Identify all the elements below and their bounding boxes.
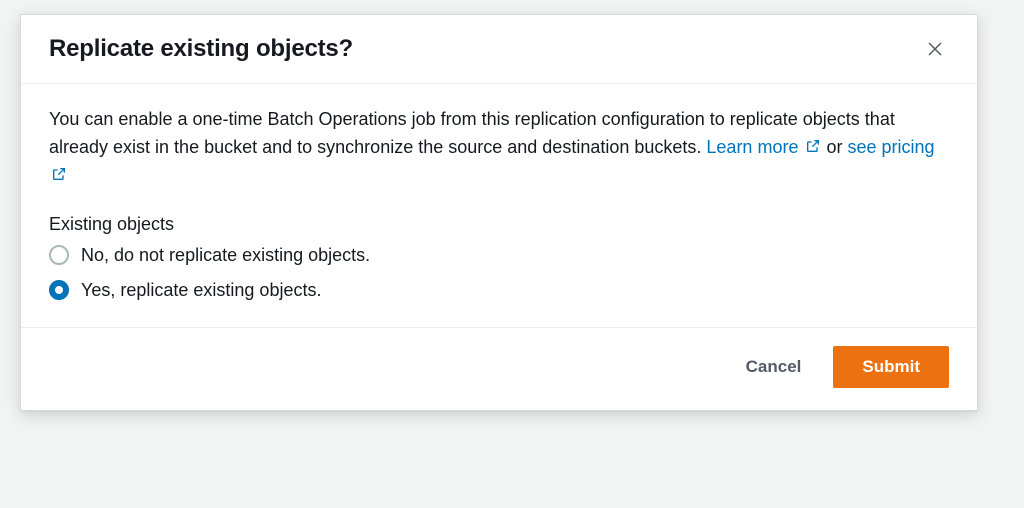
existing-objects-label: Existing objects (49, 214, 949, 235)
external-link-icon (805, 138, 821, 154)
see-pricing-label: see pricing (848, 137, 935, 157)
dialog-body: You can enable a one-time Batch Operatio… (21, 84, 977, 327)
close-button[interactable] (921, 35, 949, 63)
radio-option-yes[interactable]: Yes, replicate existing objects. (49, 280, 949, 301)
dialog-header: Replicate existing objects? (21, 15, 977, 84)
dialog-description: You can enable a one-time Batch Operatio… (49, 106, 949, 190)
radio-checked-icon (49, 280, 69, 300)
radio-unchecked-icon (49, 245, 69, 265)
radio-option-yes-label: Yes, replicate existing objects. (81, 280, 321, 301)
dialog-footer: Cancel Submit (21, 327, 977, 410)
replicate-existing-objects-dialog: Replicate existing objects? You can enab… (20, 14, 978, 411)
radio-option-no[interactable]: No, do not replicate existing objects. (49, 245, 949, 266)
learn-more-link[interactable]: Learn more (706, 137, 821, 157)
learn-more-label: Learn more (706, 137, 798, 157)
close-icon (926, 40, 944, 58)
radio-option-no-label: No, do not replicate existing objects. (81, 245, 370, 266)
description-between: or (821, 137, 847, 157)
cancel-button[interactable]: Cancel (728, 347, 820, 387)
submit-button[interactable]: Submit (833, 346, 949, 388)
dialog-title: Replicate existing objects? (49, 35, 353, 63)
external-link-icon (51, 166, 67, 182)
